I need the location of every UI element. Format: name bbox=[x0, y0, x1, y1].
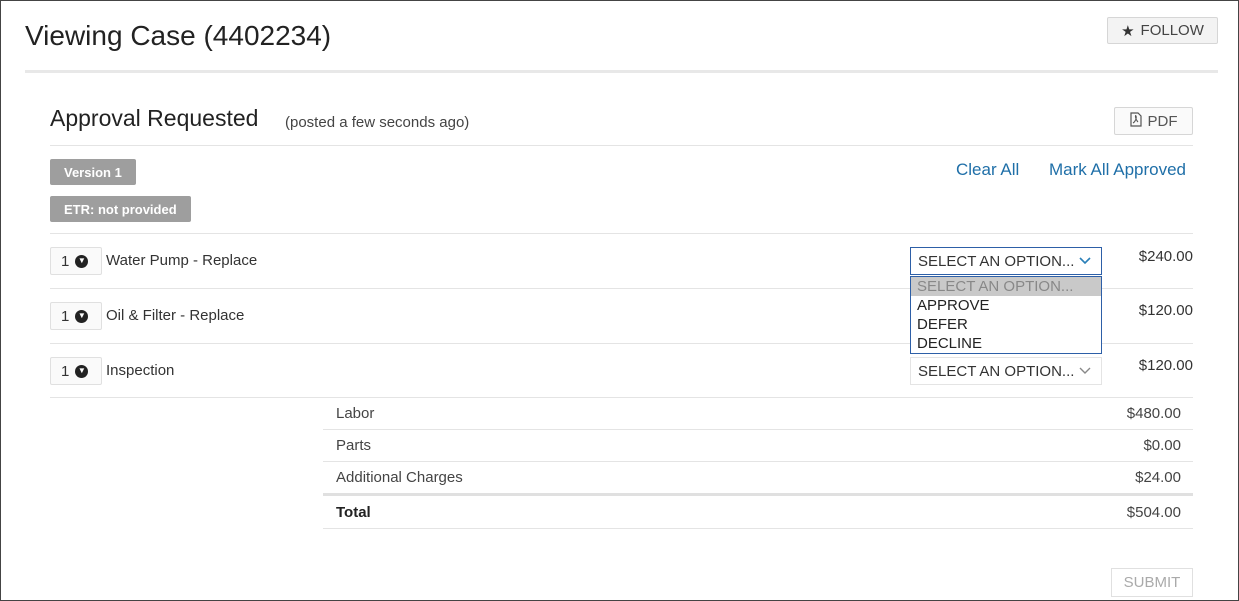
chevron-down-icon: ▼ bbox=[75, 364, 89, 378]
quantity-value: 1 bbox=[61, 362, 70, 380]
follow-button[interactable]: ★ FOLLOW bbox=[1107, 17, 1218, 44]
mark-all-approved-link[interactable]: Mark All Approved bbox=[1049, 160, 1186, 180]
quantity-selector[interactable]: 1 ▼ bbox=[50, 247, 102, 275]
divider bbox=[50, 233, 1193, 234]
quantity-selector[interactable]: 1 ▼ bbox=[50, 302, 102, 330]
divider bbox=[323, 429, 1193, 430]
version-badge: Version 1 bbox=[50, 159, 136, 185]
posted-time: (posted a few seconds ago) bbox=[285, 114, 470, 131]
option-placeholder[interactable]: SELECT AN OPTION... bbox=[911, 277, 1101, 296]
option-approve[interactable]: APPROVE bbox=[911, 296, 1101, 315]
item-price: $240.00 bbox=[1138, 248, 1193, 265]
page-title: Viewing Case (4402234) bbox=[25, 20, 332, 51]
additional-charges-label: Additional Charges bbox=[336, 469, 463, 486]
option-defer[interactable]: DEFER bbox=[911, 315, 1101, 334]
parts-label: Parts bbox=[336, 437, 372, 454]
item-label: Oil & Filter - Replace bbox=[106, 307, 245, 324]
item-price: $120.00 bbox=[1138, 357, 1193, 374]
chevron-down-icon: ▼ bbox=[75, 254, 89, 268]
item-label: Inspection bbox=[106, 362, 175, 379]
etr-badge: ETR: not provided bbox=[50, 196, 191, 222]
quantity-value: 1 bbox=[61, 252, 70, 270]
approval-options-list: SELECT AN OPTION... APPROVE DEFER DECLIN… bbox=[910, 276, 1102, 354]
select-value: SELECT AN OPTION... bbox=[918, 362, 1075, 380]
divider bbox=[323, 528, 1193, 529]
total-value: $504.00 bbox=[1126, 504, 1181, 521]
item-label: Water Pump - Replace bbox=[106, 252, 258, 269]
pdf-button[interactable]: PDF bbox=[1114, 107, 1193, 135]
chevron-down-icon: ▼ bbox=[75, 309, 89, 323]
pdf-icon bbox=[1129, 111, 1142, 131]
select-value: SELECT AN OPTION... bbox=[918, 252, 1075, 270]
labor-label: Labor bbox=[336, 405, 375, 422]
additional-charges-value: $24.00 bbox=[1135, 469, 1181, 486]
labor-value: $480.00 bbox=[1126, 405, 1181, 422]
total-divider bbox=[323, 493, 1193, 496]
quantity-selector[interactable]: 1 ▼ bbox=[50, 357, 102, 385]
divider bbox=[323, 461, 1193, 462]
divider bbox=[50, 397, 1193, 398]
star-icon: ★ bbox=[1121, 22, 1135, 40]
submit-button[interactable]: SUBMIT bbox=[1111, 568, 1193, 597]
header-divider bbox=[25, 70, 1218, 73]
clear-all-link[interactable]: Clear All bbox=[956, 160, 1019, 180]
follow-label: FOLLOW bbox=[1140, 22, 1204, 39]
section-divider bbox=[50, 145, 1193, 146]
quantity-value: 1 bbox=[61, 307, 70, 325]
pdf-label: PDF bbox=[1147, 112, 1178, 130]
parts-value: $0.00 bbox=[1143, 437, 1181, 454]
option-decline[interactable]: DECLINE bbox=[911, 334, 1101, 353]
total-label: Total bbox=[336, 504, 371, 521]
section-title: Approval Requested bbox=[50, 105, 259, 131]
